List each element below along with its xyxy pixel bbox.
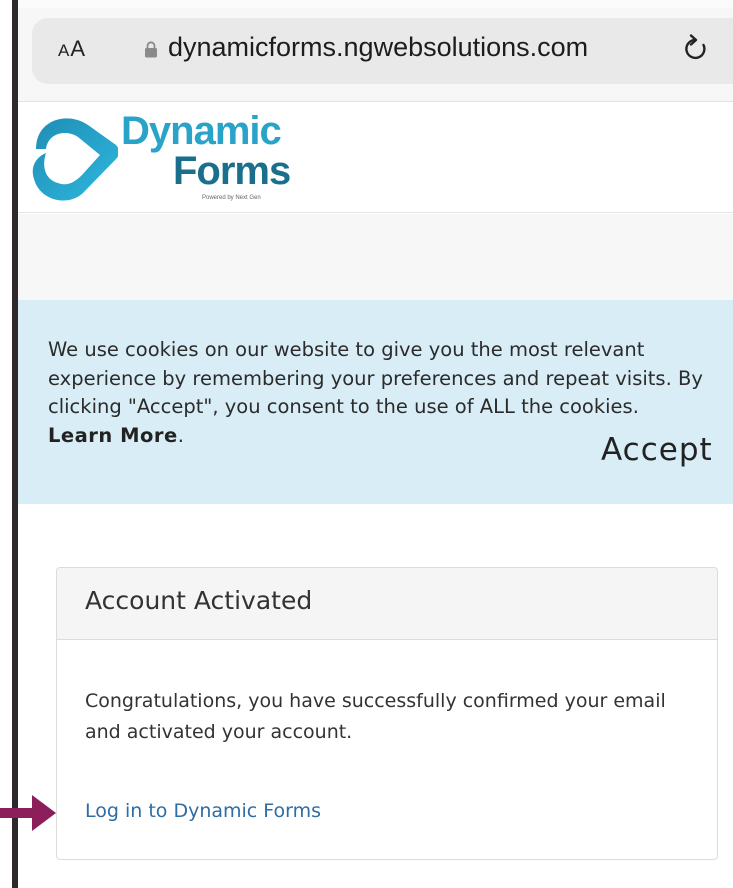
address-bar[interactable]: AA dynamicforms.ngwebsolutions.com: [32, 18, 733, 84]
activation-message: Congratulations, you have successfully c…: [85, 690, 666, 743]
logo-word-forms: Forms: [173, 149, 291, 193]
accept-cookies-button[interactable]: Accept: [601, 432, 713, 468]
reload-icon[interactable]: [682, 34, 710, 64]
learn-more-link[interactable]: Learn More: [48, 424, 178, 447]
card-title: Account Activated: [85, 586, 313, 615]
lock-icon: [145, 41, 157, 58]
site-header: Dynamic Forms Powered by Next Gen: [18, 103, 733, 213]
account-activated-card: Account Activated Congratulations, you h…: [56, 567, 718, 860]
text-size-large-a: A: [70, 36, 87, 61]
annotation-arrow-icon: [0, 795, 56, 831]
header-spacer: [18, 214, 733, 300]
logo-mark-icon: [32, 118, 118, 201]
url-text[interactable]: dynamicforms.ngwebsolutions.com: [168, 32, 588, 63]
text-size-button[interactable]: AA: [58, 36, 86, 62]
login-link[interactable]: Log in to Dynamic Forms: [85, 800, 321, 822]
learn-more-suffix: .: [177, 423, 184, 447]
browser-toolbar: AA dynamicforms.ngwebsolutions.com: [18, 8, 733, 102]
device-frame-top: [18, 0, 733, 8]
cookie-banner: We use cookies on our website to give yo…: [18, 300, 733, 504]
text-size-small-a: A: [58, 41, 71, 60]
logo-word-dynamic: Dynamic: [121, 109, 282, 153]
cookie-message-text: We use cookies on our website to give yo…: [48, 338, 703, 418]
logo-tagline: Powered by Next Gen: [202, 195, 261, 201]
